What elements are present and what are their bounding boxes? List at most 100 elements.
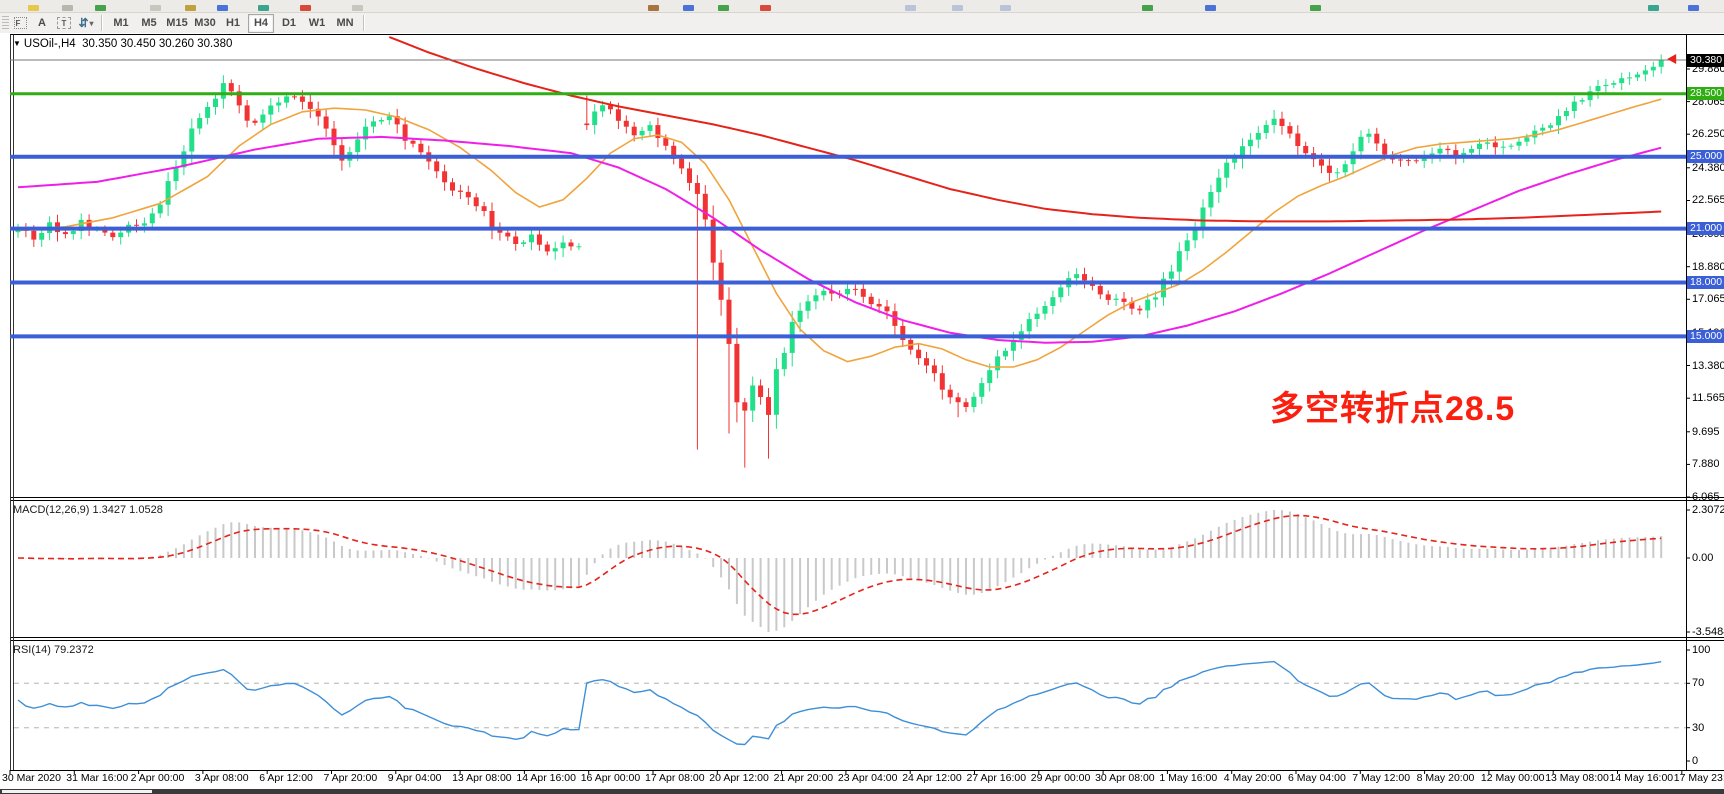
price-arrow-object xyxy=(1667,54,1676,64)
toolbar-separator xyxy=(363,15,365,31)
rsi-axis-tick: 0 xyxy=(1692,755,1698,767)
hline-price-tag: 15.000 xyxy=(1687,330,1724,343)
time-axis-label: 27 Apr 16:00 xyxy=(967,772,1027,784)
time-axis-label: 17 May 23:00 xyxy=(1674,772,1724,784)
toolbar-icon-sliver[interactable] xyxy=(1688,5,1699,11)
rsi-axis-tick: 100 xyxy=(1692,644,1710,656)
toolbar-separator xyxy=(101,15,103,31)
bottom-window-edge xyxy=(0,789,1724,794)
toolbar-grip[interactable] xyxy=(2,16,9,30)
horizontal-scrollbar-thumb[interactable] xyxy=(2,790,152,793)
time-axis-label: 17 Apr 08:00 xyxy=(645,772,705,784)
current-price-tag: 30.380 xyxy=(1687,54,1724,67)
toolbar-icon-sliver[interactable] xyxy=(217,5,228,11)
rsi-axis-tick: 30 xyxy=(1692,722,1704,734)
toolbar-icon-sliver[interactable] xyxy=(258,5,269,11)
toolbar-icon-sliver[interactable] xyxy=(760,5,771,11)
macd-axis-tick: -3.5484 xyxy=(1692,626,1724,638)
toolbar-icon-sliver[interactable] xyxy=(95,5,106,11)
time-axis-label: 1 May 16:00 xyxy=(1159,772,1217,784)
arrows-tool-button[interactable]: ⇵ ▾ xyxy=(76,15,96,31)
hline-price-tag: 21.000 xyxy=(1687,222,1724,235)
text-label-tool-button[interactable]: T xyxy=(54,15,74,31)
timeframe-button-h4[interactable]: H4 xyxy=(248,14,274,33)
time-axis-label: 3 Apr 08:00 xyxy=(195,772,249,784)
toolbar-icon-sliver[interactable] xyxy=(1648,5,1659,11)
toolbar-icon-sliver[interactable] xyxy=(905,5,916,11)
rsi-axis-tick: 70 xyxy=(1692,677,1704,689)
toolbar-icon-sliver[interactable] xyxy=(352,5,363,11)
macd-axis-tick: 2.3072 xyxy=(1692,504,1724,516)
time-axis-label: 16 Apr 00:00 xyxy=(581,772,641,784)
toolbar-icon-sliver[interactable] xyxy=(1000,5,1011,11)
price-axis-tick: 24.380 xyxy=(1692,162,1724,174)
price-axis-tick: 26.250 xyxy=(1692,128,1724,140)
symbol-dropdown-arrow[interactable]: ▼ xyxy=(13,39,21,48)
macd-indicator-label: MACD(12,26,9) 1.3427 1.0528 xyxy=(13,504,163,516)
toolbar-icon-sliver[interactable] xyxy=(648,5,659,11)
chart-title: ▼USOil-,H4 30.350 30.450 30.260 30.380 xyxy=(13,38,232,50)
time-axis-label: 13 Apr 08:00 xyxy=(452,772,512,784)
text-label-icon: T xyxy=(57,17,71,29)
price-axis-tick: 22.565 xyxy=(1692,194,1724,206)
toolbar-icon-sliver[interactable] xyxy=(1142,5,1153,11)
time-axis-label: 29 Apr 00:00 xyxy=(1031,772,1091,784)
time-axis-label: 2 Apr 00:00 xyxy=(131,772,185,784)
timeframe-button-w1[interactable]: W1 xyxy=(304,14,330,33)
timeframe-button-mn[interactable]: MN xyxy=(332,14,358,33)
upper-toolbar-strip xyxy=(0,0,1724,13)
time-axis-label: 14 Apr 16:00 xyxy=(516,772,576,784)
time-axis-label: 7 Apr 20:00 xyxy=(324,772,378,784)
time-axis-label: 23 Apr 04:00 xyxy=(838,772,898,784)
rsi-indicator-label: RSI(14) 79.2372 xyxy=(13,644,94,656)
toolbar-icon-sliver[interactable] xyxy=(1205,5,1216,11)
timeframe-button-m15[interactable]: M15 xyxy=(164,14,190,33)
toolbar-icon-sliver[interactable] xyxy=(28,5,39,11)
toolbar-icon-sliver[interactable] xyxy=(62,5,73,11)
timeframe-button-h1[interactable]: H1 xyxy=(220,14,246,33)
chart-ohlc-values: 30.350 30.450 30.260 30.380 xyxy=(82,38,232,50)
toolbar-icon-sliver[interactable] xyxy=(952,5,963,11)
time-axis-label: 9 Apr 04:00 xyxy=(388,772,442,784)
price-axis-tick: 13.380 xyxy=(1692,360,1724,372)
chart-window: ▼USOil-,H4 30.350 30.450 30.260 30.380 M… xyxy=(0,33,1724,794)
main-toolbar: F A T ⇵ ▾ M1M5M15M30H1H4D1W1MN xyxy=(0,13,1724,34)
chart-annotation-text: 多空转折点28.5 xyxy=(1270,381,1515,430)
toolbar-icon-sliver[interactable] xyxy=(300,5,311,11)
toolbar-icon-sliver[interactable] xyxy=(1310,5,1321,11)
fibonacci-tool-button[interactable]: F xyxy=(10,15,30,31)
timeframe-button-d1[interactable]: D1 xyxy=(276,14,302,33)
timeframe-button-m30[interactable]: M30 xyxy=(192,14,218,33)
text-icon: A xyxy=(38,17,46,29)
toolbar-icon-sliver[interactable] xyxy=(150,5,161,11)
chart-symbol: USOil-,H4 xyxy=(24,38,76,50)
hline-price-tag: 25.000 xyxy=(1687,150,1724,163)
time-axis-label: 31 Mar 16:00 xyxy=(66,772,128,784)
price-axis-tick: 9.695 xyxy=(1692,426,1720,438)
time-axis-label: 6 Apr 12:00 xyxy=(259,772,313,784)
price-axis-tick: 6.065 xyxy=(1692,491,1720,503)
arrows-dropdown-caret[interactable]: ▾ xyxy=(90,19,94,28)
text-tool-button[interactable]: A xyxy=(32,15,52,31)
price-axis-tick: 11.565 xyxy=(1692,392,1724,404)
timeframe-button-m1[interactable]: M1 xyxy=(108,14,134,33)
time-axis-label: 4 May 20:00 xyxy=(1224,772,1282,784)
time-axis-label: 14 May 16:00 xyxy=(1610,772,1674,784)
arrows-icon: ⇵ xyxy=(78,16,88,30)
hline-price-tag: 18.000 xyxy=(1687,276,1724,289)
time-axis-label: 21 Apr 20:00 xyxy=(774,772,834,784)
time-axis-label: 20 Apr 12:00 xyxy=(709,772,769,784)
timeframe-button-group: M1M5M15M30H1H4D1W1MN xyxy=(107,13,359,33)
timeframe-button-m5[interactable]: M5 xyxy=(136,14,162,33)
price-axis-tick: 17.065 xyxy=(1692,293,1724,305)
toolbar-icon-sliver[interactable] xyxy=(185,5,196,11)
toolbar-icon-sliver[interactable] xyxy=(683,5,694,11)
time-axis-label: 30 Mar 2020 xyxy=(2,772,61,784)
time-axis-label: 8 May 20:00 xyxy=(1417,772,1475,784)
time-axis-label: 6 May 04:00 xyxy=(1288,772,1346,784)
price-axis-tick: 7.880 xyxy=(1692,458,1720,470)
time-axis-label: 13 May 08:00 xyxy=(1545,772,1609,784)
toolbar-icon-sliver[interactable] xyxy=(718,5,729,11)
hline-price-tag: 28.500 xyxy=(1687,87,1724,100)
time-axis-label: 7 May 12:00 xyxy=(1352,772,1410,784)
